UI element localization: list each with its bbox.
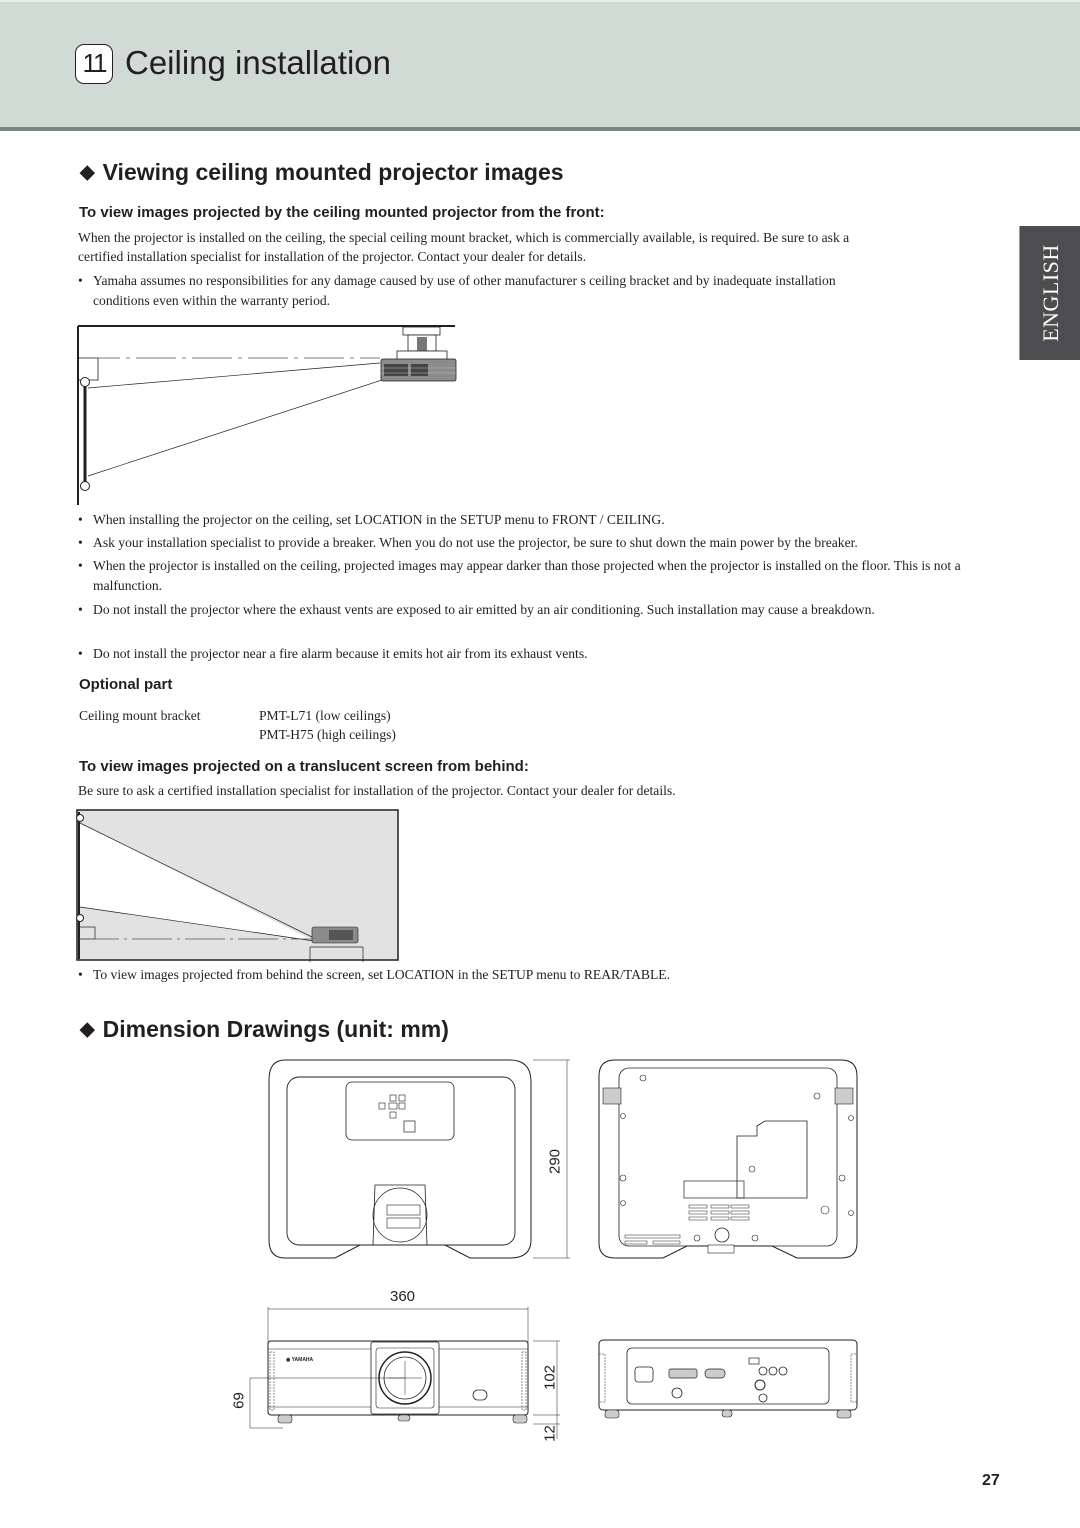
bottom-view-drawing bbox=[598, 1059, 858, 1259]
liability-note-line2: conditions even within the warranty peri… bbox=[93, 293, 331, 308]
section-title-dimensions: ◆ Dimension Drawings (unit: mm) bbox=[80, 1014, 449, 1047]
liability-note-line1: Yamaha assumes no responsibilities for a… bbox=[93, 273, 836, 288]
subheading-rear: To view images projected on a translucen… bbox=[79, 758, 529, 775]
section-title-dimensions-text: Dimension Drawings (unit: mm) bbox=[102, 1016, 449, 1042]
dimension-depth: 290 bbox=[546, 1148, 564, 1175]
dimension-height: 102 bbox=[541, 1364, 559, 1391]
bullet-darker-images: When the projector is installed on the c… bbox=[78, 556, 1003, 596]
header-divider bbox=[0, 127, 1080, 131]
rear-view-drawing bbox=[598, 1339, 858, 1419]
bullet-fire-alarm: Do not install the projector near a fire… bbox=[78, 644, 1008, 664]
diamond-bullet-icon: ◆ bbox=[80, 162, 95, 183]
dimension-foot-height: 12 bbox=[541, 1425, 559, 1442]
page-number: 27 bbox=[982, 1472, 1000, 1489]
ceiling-bracket-icon bbox=[396, 326, 448, 362]
section-title-viewing: ◆ Viewing ceiling mounted projector image… bbox=[80, 157, 564, 190]
front-paragraph-line2: certified installation specialist for in… bbox=[78, 249, 587, 264]
optional-part-value-low: PMT-L71 (low ceilings) bbox=[259, 708, 391, 723]
yamaha-logo: ◉ YAMAHA bbox=[286, 1357, 314, 1363]
top-view-drawing bbox=[268, 1059, 570, 1259]
optional-part-heading: Optional part bbox=[79, 676, 173, 693]
optional-part-value-high: PMT-H75 (high ceilings) bbox=[259, 727, 396, 742]
rear-projection-diagram bbox=[76, 809, 399, 962]
liability-note: Yamaha assumes no responsibilities for a… bbox=[78, 271, 1008, 311]
bullet-breaker: Ask your installation specialist to prov… bbox=[78, 533, 1008, 553]
chapter-number-badge: 11 bbox=[75, 44, 113, 84]
diamond-bullet-icon: ◆ bbox=[80, 1019, 95, 1040]
optional-part-label: Ceiling mount bracket bbox=[79, 708, 201, 723]
ceiling-mount-diagram bbox=[77, 325, 457, 505]
chapter-title: Ceiling installation bbox=[125, 44, 391, 81]
dimension-width: 360 bbox=[390, 1288, 416, 1305]
projector-side-icon bbox=[380, 358, 457, 382]
subheading-front: To view images projected by the ceiling … bbox=[79, 204, 605, 221]
language-tab-label: ENGLISH bbox=[1037, 244, 1063, 342]
bullet-location-ceiling: When installing the projector on the cei… bbox=[78, 510, 1008, 530]
bullet-rear-table: To view images projected from behind the… bbox=[78, 965, 1008, 985]
dimension-lens-center-height: 69 bbox=[230, 1392, 248, 1409]
front-paragraph-line1: When the projector is installed on the c… bbox=[78, 230, 850, 245]
rear-paragraph: Be sure to ask a certified installation … bbox=[78, 783, 676, 798]
bullet-air-conditioning: Do not install the projector where the e… bbox=[78, 600, 978, 620]
front-view-drawing: ◉ YAMAHA bbox=[249, 1307, 560, 1439]
language-tab: ENGLISH bbox=[1019, 226, 1080, 360]
section-title-viewing-text: Viewing ceiling mounted projector images bbox=[102, 159, 564, 185]
